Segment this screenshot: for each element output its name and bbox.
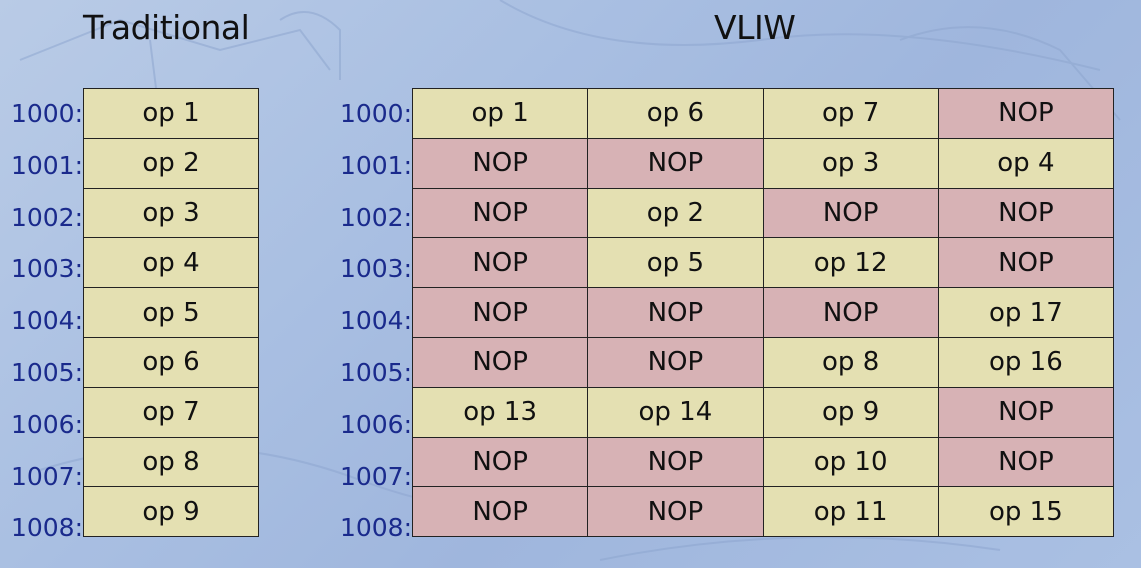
op-cell: op 2 — [83, 137, 259, 189]
nop-cell: NOP — [587, 436, 764, 488]
vliw-address-column: 1000: 1001: 1002: 1003: 1004: 1005: 1006: 1007:… — [320, 88, 412, 554]
address-label: 1005: — [339, 357, 412, 387]
vliw-row: NOP op 2 NOP NOP — [411, 187, 1115, 239]
nop-cell: NOP — [762, 287, 939, 338]
nop-cell: NOP — [937, 436, 1115, 488]
traditional-row: op 5 — [83, 287, 259, 338]
traditional-instruction-table: op 1 op 2 op 3 op 4 op 5 op 6 op 7 op 8 op 9 — [83, 88, 259, 538]
nop-cell: NOP — [411, 436, 589, 488]
address-label: 1007: — [339, 461, 412, 491]
traditional-title: Traditional — [83, 8, 250, 47]
traditional-row: op 9 — [83, 486, 259, 538]
op-cell: op 16 — [937, 336, 1115, 388]
address-label: 1000: — [10, 99, 83, 128]
traditional-row: op 1 — [83, 88, 259, 139]
address-label: 1004: — [10, 306, 83, 336]
vliw-row: op 1 op 6 op 7 NOP — [411, 88, 1115, 139]
vliw-row: NOP op 5 op 12 NOP — [411, 237, 1115, 289]
vliw-instruction-table: op 1 op 6 op 7 NOP NOP NOP op 3 op 4 NOP op 2 NOP N… — [411, 88, 1115, 538]
address-label: 1008: — [339, 513, 412, 543]
traditional-row: op 4 — [83, 237, 259, 289]
op-cell: op 4 — [83, 237, 259, 289]
address-label: 1001: — [10, 150, 83, 180]
op-cell: op 8 — [83, 436, 259, 488]
op-cell: op 13 — [411, 386, 589, 438]
op-cell: op 6 — [587, 88, 764, 139]
op-cell: op 1 — [83, 88, 259, 139]
address-label: 1005: — [10, 357, 83, 387]
nop-cell: NOP — [937, 237, 1115, 289]
vliw-row: NOP NOP op 3 op 4 — [411, 137, 1115, 189]
op-cell: op 17 — [937, 287, 1115, 338]
vliw-row: NOP NOP NOP op 17 — [411, 287, 1115, 338]
op-cell: op 9 — [762, 386, 939, 438]
nop-cell: NOP — [937, 88, 1115, 139]
address-label: 1002: — [10, 202, 83, 232]
op-cell: op 15 — [937, 486, 1115, 538]
op-cell: op 8 — [762, 336, 939, 388]
op-cell: op 7 — [762, 88, 939, 139]
address-label: 1000: — [339, 99, 412, 128]
traditional-row: op 7 — [83, 386, 259, 438]
vliw-row: NOP NOP op 11 op 15 — [411, 486, 1115, 538]
address-label: 1008: — [10, 513, 83, 543]
op-cell: op 1 — [411, 88, 589, 139]
op-cell: op 4 — [937, 137, 1115, 189]
address-label: 1006: — [10, 409, 83, 439]
op-cell: op 9 — [83, 486, 259, 538]
traditional-row: op 3 — [83, 187, 259, 239]
op-cell: op 3 — [762, 137, 939, 189]
nop-cell: NOP — [411, 287, 589, 338]
traditional-row: op 2 — [83, 137, 259, 189]
nop-cell: NOP — [411, 486, 589, 538]
traditional-address-column: 1000: 1001: 1002: 1003: 1004: 1005: 1006: 1007:… — [0, 88, 83, 554]
address-label: 1002: — [339, 202, 412, 232]
op-cell: op 5 — [587, 237, 764, 289]
op-cell: op 10 — [762, 436, 939, 488]
vliw-row: op 13 op 14 op 9 NOP — [411, 386, 1115, 438]
traditional-row: op 6 — [83, 336, 259, 388]
nop-cell: NOP — [587, 486, 764, 538]
nop-cell: NOP — [411, 336, 589, 388]
address-label: 1004: — [339, 306, 412, 336]
op-cell: op 11 — [762, 486, 939, 538]
op-cell: op 14 — [587, 386, 764, 438]
nop-cell: NOP — [937, 187, 1115, 239]
vliw-title: VLIW — [714, 8, 796, 47]
nop-cell: NOP — [937, 386, 1115, 438]
nop-cell: NOP — [411, 137, 589, 189]
nop-cell: NOP — [587, 336, 764, 388]
op-cell: op 3 — [83, 187, 259, 239]
address-label: 1003: — [339, 254, 412, 284]
nop-cell: NOP — [411, 187, 589, 239]
op-cell: op 5 — [83, 287, 259, 338]
nop-cell: NOP — [762, 187, 939, 239]
vliw-row: NOP NOP op 10 NOP — [411, 436, 1115, 488]
address-label: 1007: — [10, 461, 83, 491]
address-label: 1001: — [339, 150, 412, 180]
address-label: 1003: — [10, 254, 83, 284]
op-cell: op 12 — [762, 237, 939, 289]
address-label: 1006: — [339, 409, 412, 439]
vliw-row: NOP NOP op 8 op 16 — [411, 336, 1115, 388]
traditional-row: op 8 — [83, 436, 259, 488]
op-cell: op 7 — [83, 386, 259, 438]
op-cell: op 2 — [587, 187, 764, 239]
nop-cell: NOP — [587, 287, 764, 338]
nop-cell: NOP — [587, 137, 764, 189]
op-cell: op 6 — [83, 336, 259, 388]
nop-cell: NOP — [411, 237, 589, 289]
